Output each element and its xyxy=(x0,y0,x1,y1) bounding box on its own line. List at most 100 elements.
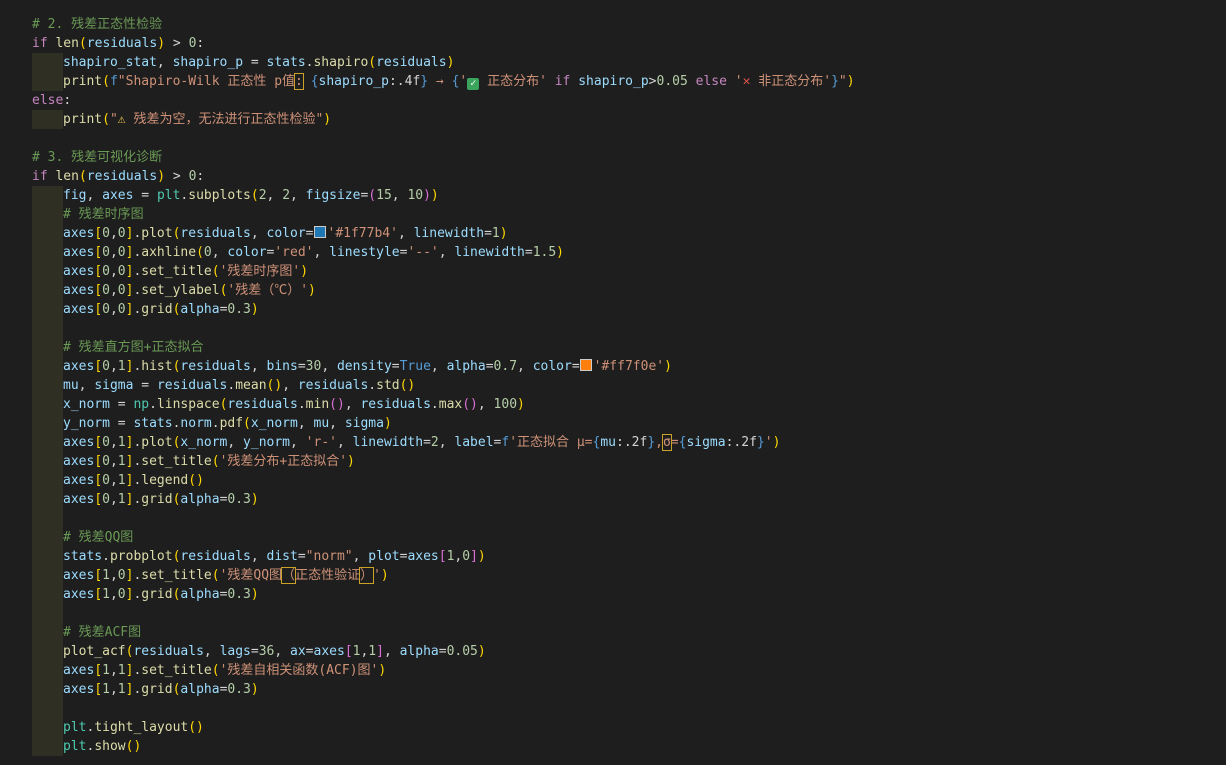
code-token: 0.7 xyxy=(493,359,518,374)
code-line[interactable]: # 残差ACF图 xyxy=(63,623,141,642)
indent-guide xyxy=(32,642,63,661)
code-token: = xyxy=(305,644,314,659)
code-token: , xyxy=(438,435,455,450)
code-token: axes xyxy=(63,663,95,678)
code-token: , xyxy=(517,359,533,374)
code-token: grid xyxy=(141,587,173,602)
code-token: () xyxy=(462,397,478,412)
code-line[interactable]: # 残差时序图 xyxy=(63,205,144,224)
code-token: , xyxy=(109,587,118,602)
code-line[interactable]: shapiro_stat, shapiro_p = stats.shapiro(… xyxy=(63,53,454,72)
code-line[interactable]: axes[0,1].grid(alpha=0.3) xyxy=(63,490,259,509)
code-line[interactable]: print("⚠ 残差为空，无法进行正态性检验") xyxy=(63,110,331,129)
code-token: ) xyxy=(556,245,564,260)
code-token: grid xyxy=(141,492,173,507)
code-line[interactable]: axes[0,0].set_title('残差时序图') xyxy=(63,262,308,281)
indent-guide xyxy=(32,72,63,91)
code-token: 36 xyxy=(258,644,275,659)
code-token: mu xyxy=(600,435,616,450)
code-token: 1 xyxy=(102,682,110,697)
code-line[interactable]: # 2. 残差正态性检验 xyxy=(32,15,162,34)
code-line[interactable]: stats.probplot(residuals, dist="norm", p… xyxy=(63,547,486,566)
code-line[interactable]: axes[0,0].axhline(0, color='red', linest… xyxy=(63,243,564,262)
code-line[interactable]: x_norm = np.linspace(residuals.min(), re… xyxy=(63,395,525,414)
code-line[interactable]: fig, axes = plt.subplots(2, 2, figsize=(… xyxy=(63,186,439,205)
indent-guide xyxy=(32,623,63,642)
color-swatch-icon[interactable] xyxy=(579,359,592,371)
code-token: x_norm xyxy=(180,435,228,450)
code-line[interactable]: print(f"Shapiro-Wilk 正态性 p值: {shapiro_p:… xyxy=(63,72,855,91)
code-token: , xyxy=(430,359,447,374)
code-token: if xyxy=(546,74,579,89)
code-line[interactable]: axes[0,1].hist(residuals, bins=30, densi… xyxy=(63,357,672,376)
code-line[interactable]: y_norm = stats.norm.pdf(x_norm, mu, sigm… xyxy=(63,414,392,433)
code-token: > xyxy=(648,74,657,89)
code-token: lags xyxy=(219,644,251,659)
code-token: '#ff7f0e' xyxy=(593,359,665,374)
code-line[interactable]: mu, sigma = residuals.mean(), residuals.… xyxy=(63,376,415,395)
code-token: '正态拟合 μ= xyxy=(509,435,593,450)
code-token: () xyxy=(188,473,204,488)
code-token: plt xyxy=(63,739,87,754)
code-token: mu xyxy=(63,378,79,393)
code-token: ) xyxy=(250,302,259,317)
code-token: } xyxy=(756,435,765,450)
code-token: ) xyxy=(430,188,439,203)
code-line[interactable]: axes[0,1].legend() xyxy=(63,471,204,490)
code-line[interactable]: else: xyxy=(32,91,71,110)
code-token: , xyxy=(109,264,118,279)
code-line[interactable]: # 残差直方图+正态拟合 xyxy=(63,338,203,357)
code-line[interactable]: plt.show() xyxy=(63,737,141,756)
code-token: 1 xyxy=(117,359,126,374)
code-token: () xyxy=(125,739,142,754)
code-token: plt xyxy=(63,720,87,735)
indent-guide xyxy=(32,376,63,395)
code-line[interactable]: if len(residuals) > 0: xyxy=(32,34,204,53)
code-line[interactable]: plt.tight_layout() xyxy=(63,718,204,737)
code-token: ) xyxy=(250,682,259,697)
code-line[interactable]: axes[1,0].grid(alpha=0.3) xyxy=(63,585,259,604)
code-token: '残差（℃）' xyxy=(227,283,309,298)
code-token: if xyxy=(32,169,56,184)
code-token: , xyxy=(86,188,103,203)
code-line[interactable]: # 3. 残差可视化诊断 xyxy=(32,148,162,167)
color-swatch-icon[interactable] xyxy=(313,226,326,238)
code-token: axes xyxy=(63,492,95,507)
code-line[interactable]: axes[0,1].plot(x_norm, y_norm, 'r-', lin… xyxy=(63,433,780,452)
code-token: :.2f xyxy=(616,435,648,450)
code-line[interactable]: axes[1,1].grid(alpha=0.3) xyxy=(63,680,259,699)
code-line[interactable]: axes[0,0].plot(residuals, color= '#1f77b4… xyxy=(63,224,508,243)
code-token: axes xyxy=(63,682,95,697)
code-token: [ xyxy=(94,283,103,298)
code-token: () xyxy=(399,378,416,393)
code-line[interactable]: axes[1,1].set_title('残差自相关函数(ACF)图') xyxy=(63,661,386,680)
code-line[interactable]: axes[1,0].set_title('残差QQ图（正态性验证）') xyxy=(63,566,389,585)
code-token: [ xyxy=(94,454,103,469)
code-token: axes xyxy=(63,587,95,602)
code-token: ) xyxy=(323,112,332,127)
code-line[interactable]: axes[0,0].grid(alpha=0.3) xyxy=(63,300,259,319)
code-token: ' xyxy=(764,435,773,450)
code-line[interactable]: # 残差QQ图 xyxy=(63,528,133,547)
code-token: 0 xyxy=(117,283,126,298)
code-token: , xyxy=(297,416,314,431)
code-token: , xyxy=(397,226,414,241)
code-token: ) xyxy=(250,587,259,602)
code-token: , xyxy=(109,302,118,317)
code-editor[interactable]: # 2. 残差正态性检验 if len(residuals) > 0: shapir… xyxy=(0,0,1226,765)
code-token: fig xyxy=(63,188,87,203)
code-token: 'red' xyxy=(274,245,314,260)
code-token: = xyxy=(250,644,259,659)
code-token: alpha xyxy=(180,302,220,317)
code-token: , xyxy=(109,682,118,697)
code-token: ) xyxy=(383,416,392,431)
code-token: 1 xyxy=(117,682,126,697)
code-line[interactable]: if len(residuals) > 0: xyxy=(32,167,204,186)
code-line[interactable]: plot_acf(residuals, lags=36, ax=axes[1,1… xyxy=(63,642,486,661)
code-token: () xyxy=(329,397,345,412)
code-line[interactable]: axes[0,1].set_title('残差分布+正态拟合') xyxy=(63,452,355,471)
code-token: 1 xyxy=(102,663,110,678)
code-token: print xyxy=(63,74,103,89)
code-line[interactable]: axes[0,0].set_ylabel('残差（℃）') xyxy=(63,281,316,300)
code-token: # 残差QQ图 xyxy=(63,530,134,545)
